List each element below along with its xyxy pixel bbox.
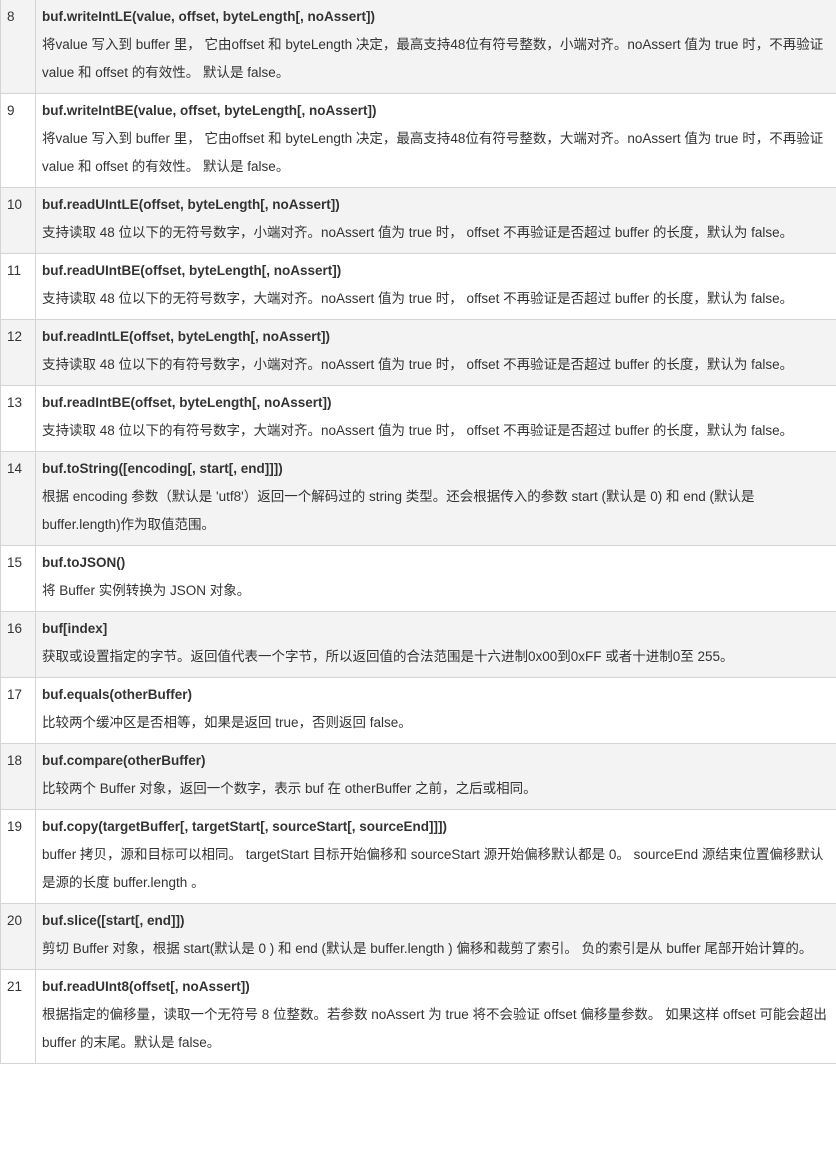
- row-description-cell: buf[index] 获取或设置指定的字节。返回值代表一个字节，所以返回值的合法…: [35, 611, 836, 678]
- row-number: 15: [0, 545, 36, 612]
- row-description-cell: buf.readUInt8(offset[, noAssert]) 根据指定的偏…: [35, 969, 836, 1064]
- method-signature: buf.readIntLE(offset, byteLength[, noAss…: [42, 329, 330, 344]
- method-signature: buf.writeIntLE(value, offset, byteLength…: [42, 9, 376, 24]
- method-signature: buf.readUIntBE(offset, byteLength[, noAs…: [42, 263, 342, 278]
- table-row: 17 buf.equals(otherBuffer) 比较两个缓冲区是否相等，如…: [0, 677, 836, 744]
- table-row: 10 buf.readUIntLE(offset, byteLength[, n…: [0, 187, 836, 254]
- row-number: 12: [0, 319, 36, 386]
- row-number: 21: [0, 969, 36, 1064]
- row-description-cell: buf.readIntBE(offset, byteLength[, noAss…: [35, 385, 836, 452]
- row-number: 18: [0, 743, 36, 810]
- method-description: 获取或设置指定的字节。返回值代表一个字节，所以返回值的合法范围是十六进制0x00…: [42, 649, 734, 664]
- method-description: 将value 写入到 buffer 里， 它由offset 和 byteLeng…: [42, 37, 824, 80]
- method-description: buffer 拷贝，源和目标可以相同。 targetStart 目标开始偏移和 …: [42, 847, 824, 890]
- method-signature: buf.readUIntLE(offset, byteLength[, noAs…: [42, 197, 340, 212]
- table-row: 12 buf.readIntLE(offset, byteLength[, no…: [0, 319, 836, 386]
- table-row: 19 buf.copy(targetBuffer[, targetStart[,…: [0, 809, 836, 904]
- table-row: 11 buf.readUIntBE(offset, byteLength[, n…: [0, 253, 836, 320]
- method-description: 剪切 Buffer 对象，根据 start(默认是 0 ) 和 end (默认是…: [42, 941, 813, 956]
- method-description: 将value 写入到 buffer 里， 它由offset 和 byteLeng…: [42, 131, 824, 174]
- buffer-methods-table: 8 buf.writeIntLE(value, offset, byteLeng…: [0, 0, 836, 1064]
- row-number: 13: [0, 385, 36, 452]
- row-number: 11: [0, 253, 36, 320]
- method-signature: buf.copy(targetBuffer[, targetStart[, so…: [42, 819, 448, 834]
- row-description-cell: buf.toJSON() 将 Buffer 实例转换为 JSON 对象。: [35, 545, 836, 612]
- method-description: 比较两个 Buffer 对象，返回一个数字，表示 buf 在 otherBuff…: [42, 781, 537, 796]
- row-description-cell: buf.writeIntBE(value, offset, byteLength…: [35, 93, 836, 188]
- method-signature: buf.writeIntBE(value, offset, byteLength…: [42, 103, 377, 118]
- row-number: 14: [0, 451, 36, 546]
- method-signature: buf.readUInt8(offset[, noAssert]): [42, 979, 250, 994]
- method-signature: buf[index]: [42, 621, 108, 636]
- row-number: 9: [0, 93, 36, 188]
- table-row: 18 buf.compare(otherBuffer) 比较两个 Buffer …: [0, 743, 836, 810]
- row-description-cell: buf.readUIntBE(offset, byteLength[, noAs…: [35, 253, 836, 320]
- row-description-cell: buf.slice([start[, end]]) 剪切 Buffer 对象，根…: [35, 903, 836, 970]
- row-number: 19: [0, 809, 36, 904]
- table-row: 20 buf.slice([start[, end]]) 剪切 Buffer 对…: [0, 903, 836, 970]
- row-description-cell: buf.copy(targetBuffer[, targetStart[, so…: [35, 809, 836, 904]
- row-description-cell: buf.readIntLE(offset, byteLength[, noAss…: [35, 319, 836, 386]
- row-number: 10: [0, 187, 36, 254]
- row-description-cell: buf.readUIntLE(offset, byteLength[, noAs…: [35, 187, 836, 254]
- method-description: 根据指定的偏移量，读取一个无符号 8 位整数。若参数 noAssert 为 tr…: [42, 1007, 827, 1050]
- method-signature: buf.toJSON(): [42, 555, 126, 570]
- row-number: 8: [0, 0, 36, 94]
- table-row: 21 buf.readUInt8(offset[, noAssert]) 根据指…: [0, 969, 836, 1064]
- table-row: 13 buf.readIntBE(offset, byteLength[, no…: [0, 385, 836, 452]
- method-description: 支持读取 48 位以下的无符号数字，小端对齐。noAssert 值为 true …: [42, 225, 794, 240]
- method-signature: buf.slice([start[, end]]): [42, 913, 185, 928]
- row-number: 16: [0, 611, 36, 678]
- table-row: 8 buf.writeIntLE(value, offset, byteLeng…: [0, 0, 836, 94]
- method-description: 支持读取 48 位以下的有符号数字，小端对齐。noAssert 值为 true …: [42, 357, 794, 372]
- method-description: 根据 encoding 参数（默认是 'utf8'）返回一个解码过的 strin…: [42, 489, 755, 532]
- method-signature: buf.equals(otherBuffer): [42, 687, 192, 702]
- method-description: 支持读取 48 位以下的无符号数字，大端对齐。noAssert 值为 true …: [42, 291, 794, 306]
- row-number: 20: [0, 903, 36, 970]
- method-description: 支持读取 48 位以下的有符号数字，大端对齐。noAssert 值为 true …: [42, 423, 794, 438]
- table-row: 16 buf[index] 获取或设置指定的字节。返回值代表一个字节，所以返回值…: [0, 611, 836, 678]
- table-row: 15 buf.toJSON() 将 Buffer 实例转换为 JSON 对象。: [0, 545, 836, 612]
- method-description: 比较两个缓冲区是否相等，如果是返回 true，否则返回 false。: [42, 715, 412, 730]
- row-description-cell: buf.writeIntLE(value, offset, byteLength…: [35, 0, 836, 94]
- row-number: 17: [0, 677, 36, 744]
- table-row: 9 buf.writeIntBE(value, offset, byteLeng…: [0, 93, 836, 188]
- method-signature: buf.compare(otherBuffer): [42, 753, 206, 768]
- row-description-cell: buf.compare(otherBuffer) 比较两个 Buffer 对象，…: [35, 743, 836, 810]
- table-row: 14 buf.toString([encoding[, start[, end]…: [0, 451, 836, 546]
- method-signature: buf.readIntBE(offset, byteLength[, noAss…: [42, 395, 332, 410]
- row-description-cell: buf.toString([encoding[, start[, end]]])…: [35, 451, 836, 546]
- method-description: 将 Buffer 实例转换为 JSON 对象。: [42, 583, 251, 598]
- row-description-cell: buf.equals(otherBuffer) 比较两个缓冲区是否相等，如果是返…: [35, 677, 836, 744]
- method-signature: buf.toString([encoding[, start[, end]]]): [42, 461, 283, 476]
